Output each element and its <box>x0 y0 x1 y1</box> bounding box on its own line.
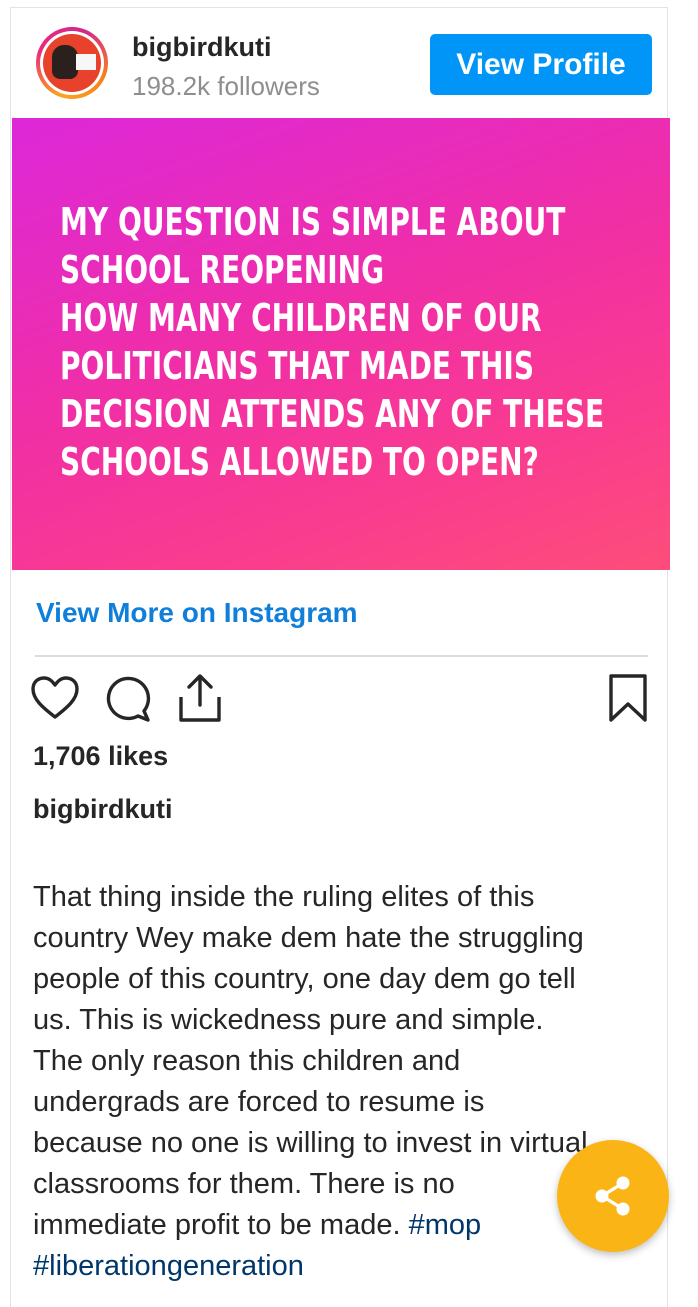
comment-icon[interactable] <box>104 675 152 723</box>
caption-line: The only reason this children and <box>33 1045 461 1077</box>
caption-line: us. This is wickedness pure and simple. <box>33 1004 544 1036</box>
username[interactable]: bigbirdkuti <box>132 32 271 63</box>
caption-line: because no one is willing to invest in v… <box>33 1127 588 1159</box>
hashtag-link[interactable]: #mop <box>409 1209 482 1241</box>
divider <box>35 655 648 657</box>
image-text-line: MY QUESTION IS SIMPLE ABOUT <box>60 200 566 244</box>
post-header: bigbirdkuti 198.2k followers View Profil… <box>11 8 669 118</box>
caption-text: That thing inside the ruling elites of t… <box>33 877 658 1287</box>
image-text-line: DECISION ATTENDS ANY OF THESE <box>60 392 605 436</box>
post-image-text: MY QUESTION IS SIMPLE ABOUT SCHOOL REOPE… <box>60 198 634 486</box>
image-text-line: SCHOOL REOPENING <box>60 248 385 292</box>
caption-username[interactable]: bigbirdkuti <box>33 794 172 825</box>
view-profile-button[interactable]: View Profile <box>430 34 652 95</box>
avatar-image <box>43 34 101 92</box>
image-text-line: HOW MANY CHILDREN OF OUR <box>60 296 542 340</box>
caption-line: people of this country, one day dem go t… <box>33 963 576 995</box>
instagram-embed-card: bigbirdkuti 198.2k followers View Profil… <box>10 7 670 1307</box>
like-count[interactable]: 1,706 likes <box>33 741 168 772</box>
image-text-line: POLITICIANS THAT MADE THIS <box>60 344 535 388</box>
bookmark-icon[interactable] <box>606 673 650 723</box>
heart-icon[interactable] <box>30 675 80 721</box>
caption-line: country Wey make dem hate the struggling <box>33 922 584 954</box>
post-image[interactable]: MY QUESTION IS SIMPLE ABOUT SCHOOL REOPE… <box>12 118 670 570</box>
caption-line: That thing inside the ruling elites of t… <box>33 881 535 913</box>
hashtag-link[interactable]: #liberationgeneration <box>33 1250 304 1282</box>
share-icon <box>595 1176 630 1216</box>
image-text-line: SCHOOLS ALLOWED TO OPEN? <box>60 440 539 484</box>
caption-line-text: immediate profit to be made. <box>33 1209 401 1241</box>
avatar[interactable] <box>36 27 108 99</box>
caption-line: #liberationgeneration <box>33 1246 658 1287</box>
view-more-link[interactable]: View More on Instagram <box>36 597 358 629</box>
share-upload-icon[interactable] <box>177 672 223 724</box>
follower-count: 198.2k followers <box>132 71 320 101</box>
share-fab-button[interactable] <box>557 1140 669 1252</box>
caption-line: undergrads are forced to resume is <box>33 1086 485 1118</box>
